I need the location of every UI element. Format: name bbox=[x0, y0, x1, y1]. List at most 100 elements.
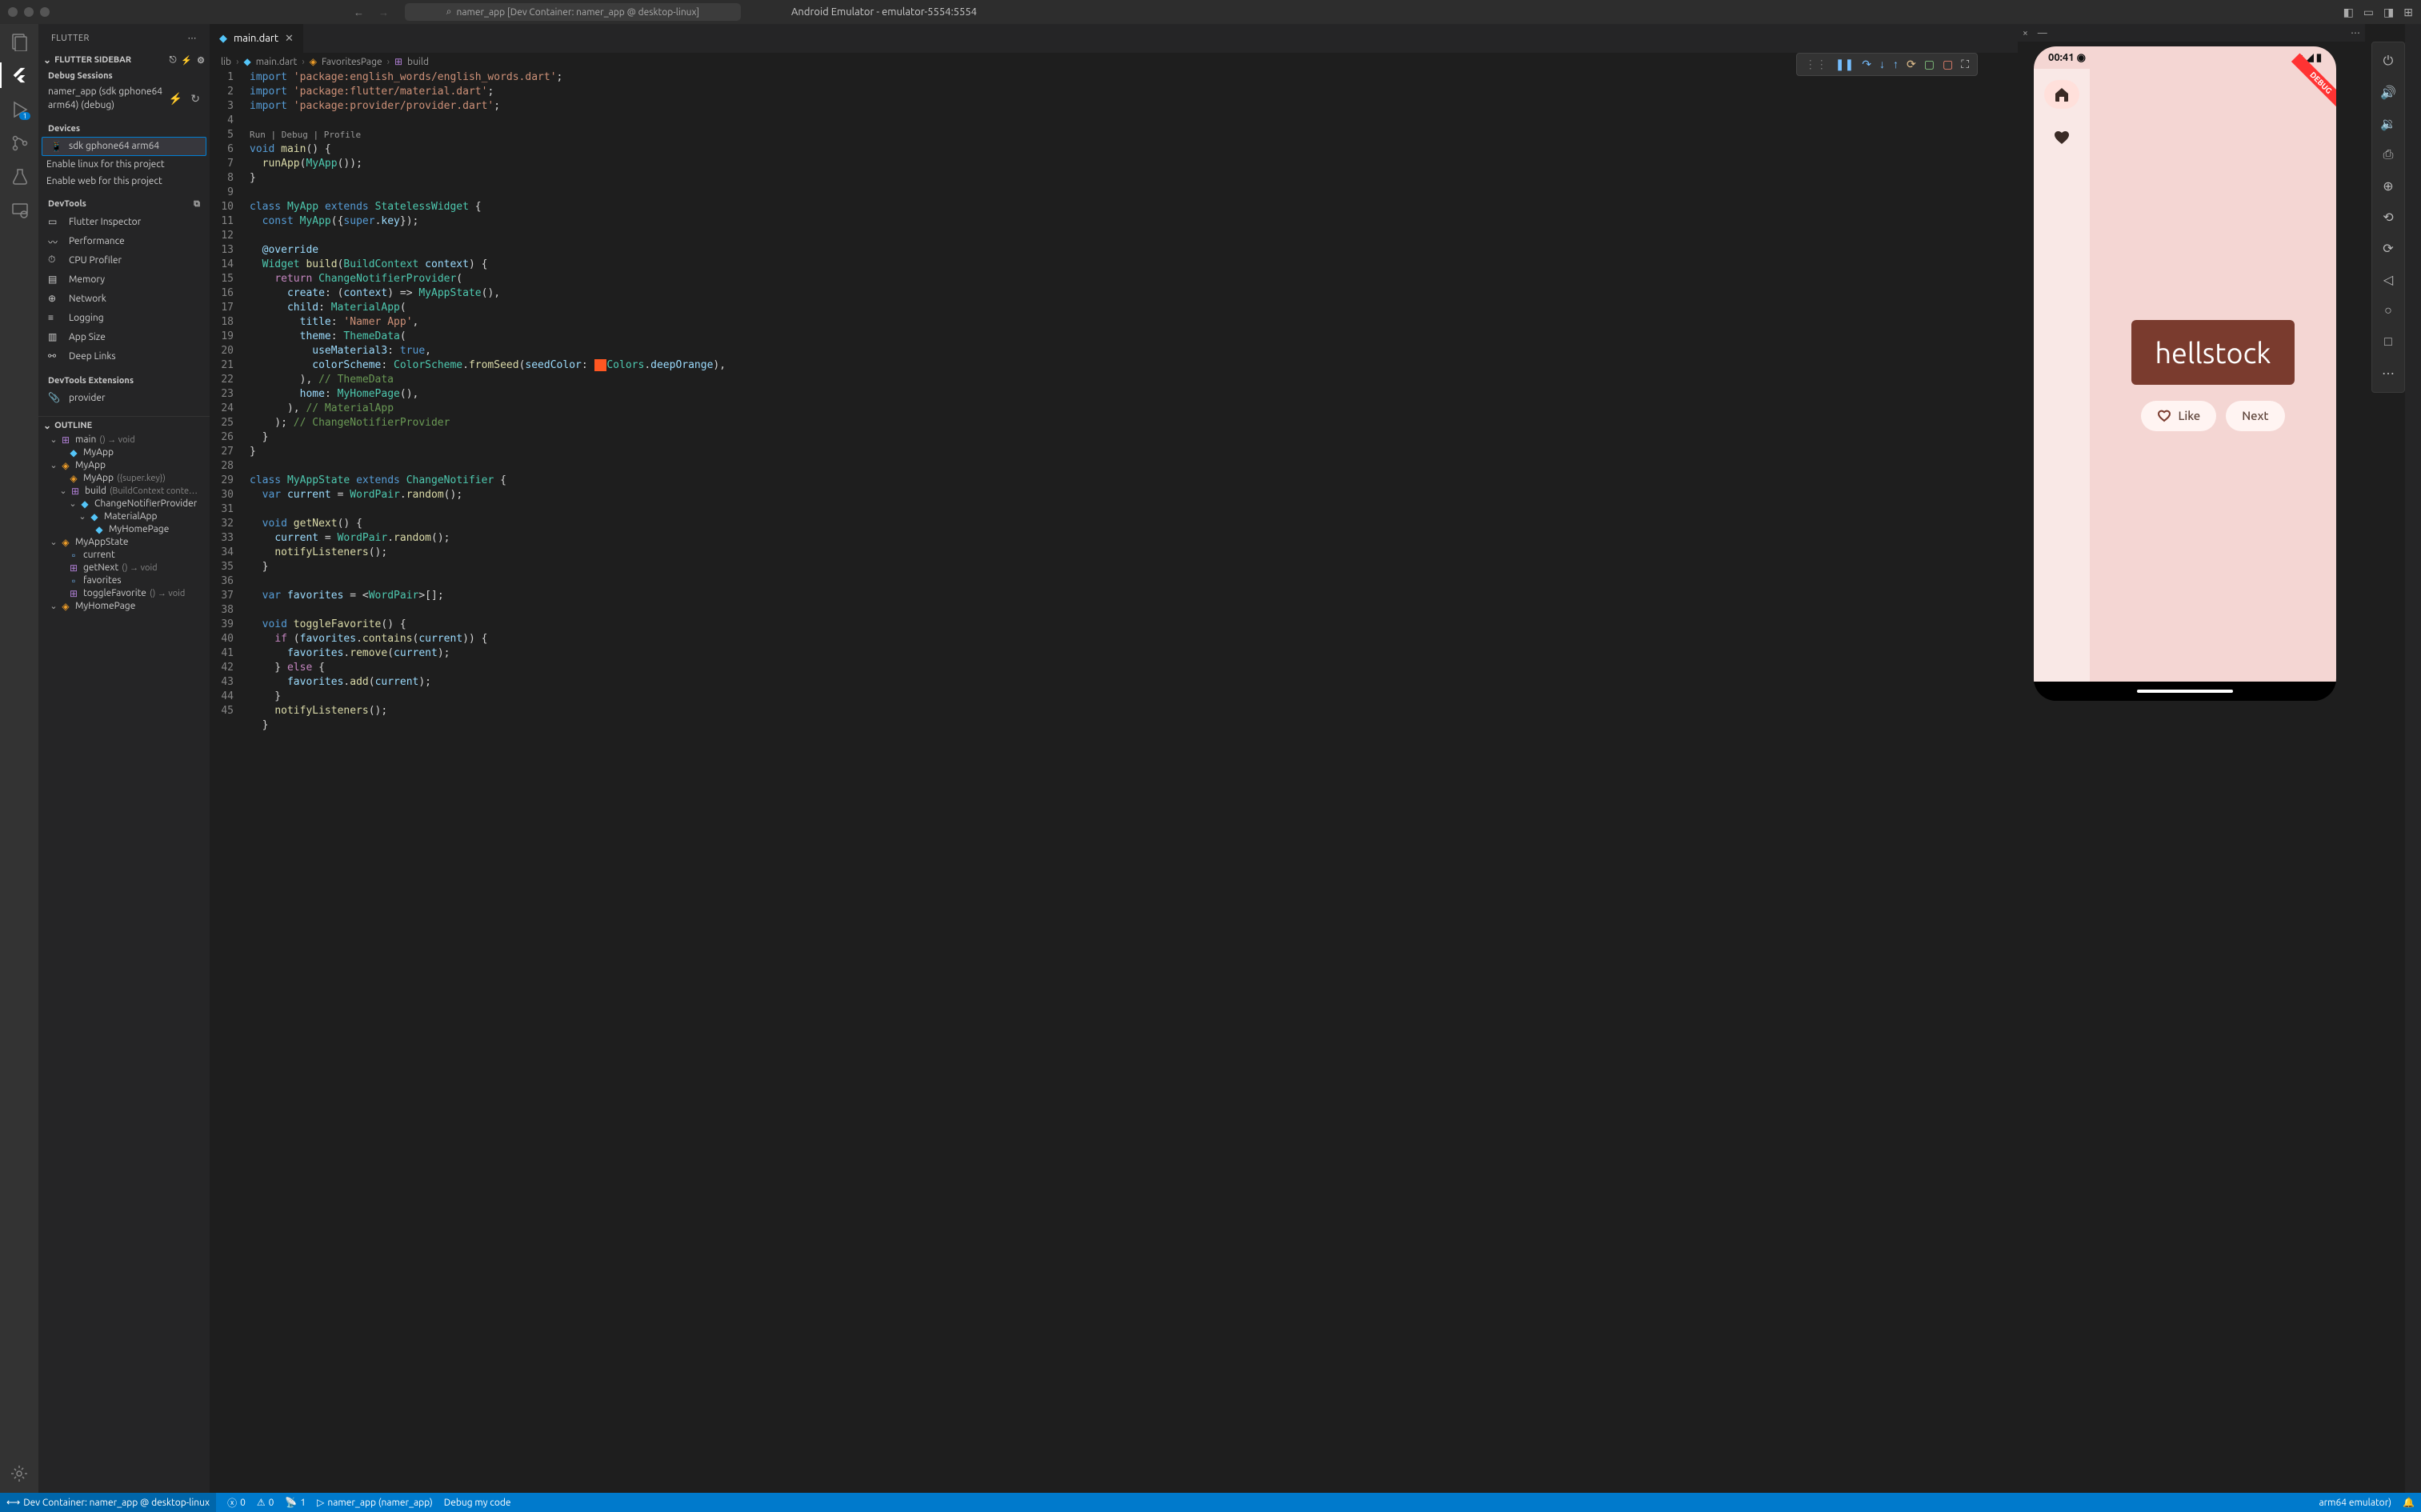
minimize-window[interactable] bbox=[24, 7, 34, 17]
device-status[interactable]: arm64 emulator) bbox=[2319, 1498, 2391, 1508]
debug-toolbar: ⋮⋮ ❚❚ ↷ ↓ ↑ ⟳ ▢ ▢ ⛶ bbox=[1796, 53, 1978, 76]
open-external-icon[interactable]: ⧉ bbox=[194, 199, 200, 210]
open-devtools-icon[interactable]: ⛶ bbox=[1961, 58, 1969, 71]
device-row[interactable]: 📱 sdk gphone64 arm64 bbox=[42, 137, 206, 156]
close-window[interactable] bbox=[8, 7, 18, 17]
hot-reload-icon[interactable]: ⚡ bbox=[181, 55, 192, 66]
close-icon[interactable]: ✕ bbox=[285, 33, 294, 45]
debug-target[interactable]: ▷ namer_app (namer_app) bbox=[317, 1497, 433, 1508]
outline-main[interactable]: ⌄⊞main() → void bbox=[38, 434, 210, 446]
hot-reload-icon[interactable]: ⚡ bbox=[169, 91, 182, 107]
devtool-memory[interactable]: ▤Memory bbox=[38, 270, 210, 290]
devtool-provider[interactable]: 📎provider bbox=[38, 389, 210, 408]
rotate-left-icon[interactable]: ⟲ bbox=[2383, 210, 2393, 225]
more-icon[interactable]: ⋯ bbox=[2382, 366, 2395, 381]
outline-myapp-class[interactable]: ⌄◈MyApp bbox=[38, 459, 210, 472]
zoom-icon[interactable]: ⊕ bbox=[2383, 178, 2393, 194]
devtool-network[interactable]: ⊕Network bbox=[38, 290, 210, 309]
devtool-performance[interactable]: 〰Performance bbox=[38, 232, 210, 251]
activity-bar: 1 bbox=[0, 24, 38, 1493]
screenshot-icon[interactable]: ⎙ bbox=[2383, 147, 2394, 162]
favorites-nav-item[interactable] bbox=[2044, 123, 2079, 152]
settings-icon[interactable]: ⚙ bbox=[197, 55, 205, 66]
volume-up-icon[interactable]: 🔊 bbox=[2380, 85, 2396, 100]
devtool-appsize[interactable]: ▥App Size bbox=[38, 328, 210, 347]
outline-appstate[interactable]: ⌄◈MyAppState bbox=[38, 536, 210, 549]
devtool-cpu[interactable]: ⏱CPU Profiler bbox=[38, 251, 210, 270]
outline-build[interactable]: ⌄⊞build(BuildContext conte… bbox=[38, 485, 210, 498]
outline-favorites[interactable]: ▫favorites bbox=[38, 574, 210, 587]
like-button[interactable]: Like bbox=[2141, 401, 2216, 431]
drag-handle-icon[interactable]: ⋮⋮ bbox=[1805, 58, 1827, 71]
code-body[interactable]: import 'package:english_words/english_wo… bbox=[246, 70, 2018, 1493]
notifications-icon[interactable]: 🔔 bbox=[2403, 1497, 2415, 1508]
minimize-icon[interactable]: — bbox=[2038, 28, 2047, 38]
outline-myhomepage[interactable]: ⌄◈MyHomePage bbox=[38, 600, 210, 613]
stop-icon[interactable]: ▢ bbox=[1943, 58, 1953, 71]
step-into-icon[interactable]: ↓ bbox=[1879, 58, 1885, 71]
flutter-icon[interactable] bbox=[10, 66, 29, 85]
restart-icon[interactable]: ▢ bbox=[1924, 58, 1935, 71]
command-center[interactable]: ⌕ namer_app [Dev Container: namer_app @ … bbox=[405, 3, 741, 21]
devtool-deeplinks[interactable]: ⚯Deep Links bbox=[38, 347, 210, 366]
source-control-icon[interactable] bbox=[10, 133, 29, 152]
back-icon[interactable]: ◁ bbox=[2383, 272, 2393, 287]
hot-reload-icon[interactable]: ⟳ bbox=[1907, 58, 1916, 71]
outline-myapp-ctor[interactable]: ◈MyApp({super.key}) bbox=[38, 472, 210, 485]
remote-explorer-icon[interactable] bbox=[10, 200, 29, 219]
tab-bar: ◆ main.dart ✕ bbox=[210, 24, 2018, 53]
layout-sidebar-left-icon[interactable]: ◧ bbox=[2343, 6, 2354, 19]
layout-panel-icon[interactable]: ▭ bbox=[2363, 6, 2374, 19]
debug-session-row[interactable]: namer_app (sdk gphone64 arm64) (debug) ⚡… bbox=[38, 84, 210, 114]
explorer-icon[interactable] bbox=[10, 32, 29, 51]
warnings-count[interactable]: ⚠ 0 bbox=[257, 1497, 274, 1508]
layout-sidebar-right-icon[interactable]: ◨ bbox=[2383, 6, 2394, 19]
overview-icon[interactable]: □ bbox=[2384, 334, 2392, 350]
layout-customize-icon[interactable]: ⊞ bbox=[2403, 6, 2413, 19]
hot-restart-icon[interactable]: ↻ bbox=[190, 91, 200, 107]
outline-header[interactable]: ⌄ OUTLINE bbox=[38, 416, 210, 434]
more-icon[interactable]: ⋯ bbox=[2351, 27, 2360, 38]
breadcrumb[interactable]: lib› ◆main.dart› ◈FavoritesPage› ⊞build bbox=[210, 53, 2018, 70]
outline-togglefav[interactable]: ⊞toggleFavorite() → void bbox=[38, 587, 210, 600]
home-nav-item[interactable] bbox=[2044, 80, 2079, 109]
ports-count[interactable]: 📡 1 bbox=[285, 1497, 306, 1508]
maximize-window[interactable] bbox=[40, 7, 50, 17]
outline-cnp[interactable]: ⌄◆ChangeNotifierProvider bbox=[38, 498, 210, 510]
enable-linux[interactable]: Enable linux for this project bbox=[38, 156, 210, 173]
outline-myhome[interactable]: ◆MyHomePage bbox=[38, 523, 210, 536]
errors-count[interactable]: ⓧ 0 bbox=[227, 1496, 246, 1510]
more-actions-icon[interactable]: ⋯ bbox=[188, 33, 198, 43]
right-collapsed-panel[interactable] bbox=[2405, 24, 2421, 1493]
settings-gear-icon[interactable] bbox=[10, 1464, 29, 1483]
devtool-logging[interactable]: ≡Logging bbox=[38, 309, 210, 328]
status-bar: ⟷ Dev Container: namer_app @ desktop-lin… bbox=[0, 1493, 2421, 1512]
run-debug-icon[interactable]: 1 bbox=[10, 99, 29, 118]
step-out-icon[interactable]: ↑ bbox=[1893, 58, 1899, 71]
nav-back-icon[interactable]: ← bbox=[354, 6, 364, 18]
rotate-right-icon[interactable]: ⟳ bbox=[2383, 241, 2393, 256]
close-icon[interactable]: × bbox=[2023, 28, 2028, 38]
volume-down-icon[interactable]: 🔉 bbox=[2380, 116, 2396, 131]
phone-status-bar: 00:41 ◉ ♥ ◢ ▮ bbox=[2034, 46, 2336, 69]
tab-main-dart[interactable]: ◆ main.dart ✕ bbox=[210, 24, 304, 53]
outline-material[interactable]: ⌄◆MaterialApp bbox=[38, 510, 210, 523]
remote-indicator[interactable]: ⟷ Dev Container: namer_app @ desktop-lin… bbox=[0, 1493, 216, 1512]
pause-icon[interactable]: ❚❚ bbox=[1835, 58, 1854, 71]
outline-myapp-inner[interactable]: ◆MyApp bbox=[38, 446, 210, 459]
new-project-icon[interactable]: ⎋ bbox=[170, 55, 177, 66]
home-icon[interactable]: ○ bbox=[2384, 303, 2392, 318]
outline-getnext[interactable]: ⊞getNext() → void bbox=[38, 562, 210, 574]
next-button[interactable]: Next bbox=[2226, 401, 2284, 431]
enable-web[interactable]: Enable web for this project bbox=[38, 173, 210, 190]
nav-forward-icon[interactable]: → bbox=[378, 6, 389, 18]
step-over-icon[interactable]: ↷ bbox=[1862, 58, 1871, 71]
phone-frame: 00:41 ◉ ♥ ◢ ▮ DEBUG hellstock Like Next bbox=[2034, 46, 2336, 701]
code-editor[interactable]: 1234567891011121314151617181920212223242… bbox=[210, 70, 2018, 1493]
power-icon[interactable]: ⏻ bbox=[2383, 54, 2394, 69]
devtool-inspector[interactable]: ▭Flutter Inspector bbox=[38, 213, 210, 232]
flutter-sidebar-header[interactable]: ⌄ FLUTTER SIDEBAR ⎋ ⚡ ⚙ bbox=[38, 52, 210, 68]
outline-current[interactable]: ▫current bbox=[38, 549, 210, 562]
testing-icon[interactable] bbox=[10, 166, 29, 186]
debug-my-code[interactable]: Debug my code bbox=[444, 1498, 511, 1508]
